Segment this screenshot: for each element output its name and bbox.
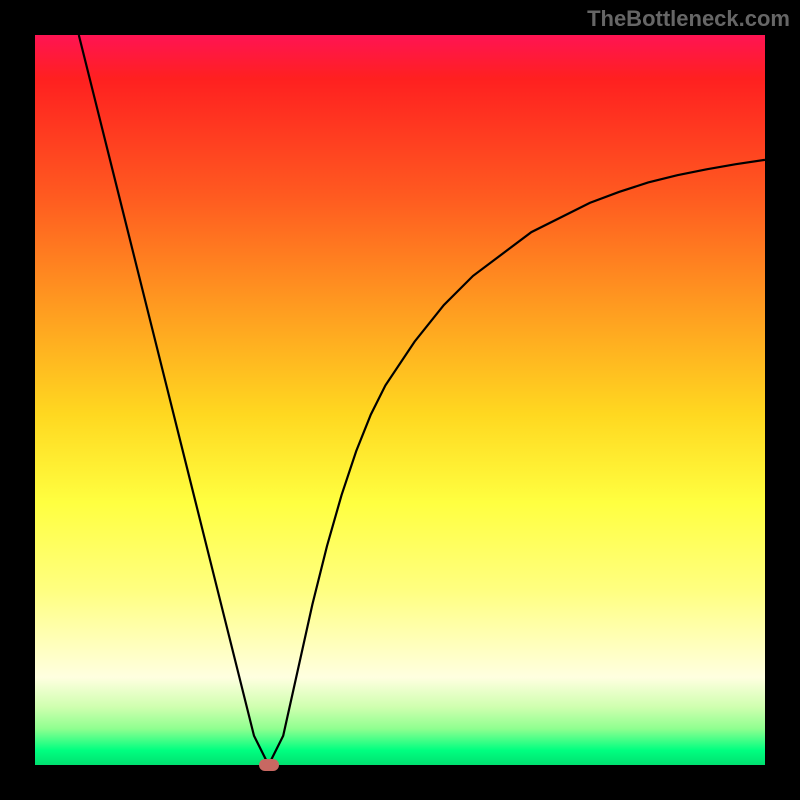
minimum-marker bbox=[259, 759, 279, 771]
watermark-text: TheBottleneck.com bbox=[587, 6, 790, 32]
bottleneck-curve bbox=[79, 35, 765, 765]
curve-svg bbox=[35, 35, 765, 765]
plot-area bbox=[35, 35, 765, 765]
chart-container: TheBottleneck.com bbox=[0, 0, 800, 800]
